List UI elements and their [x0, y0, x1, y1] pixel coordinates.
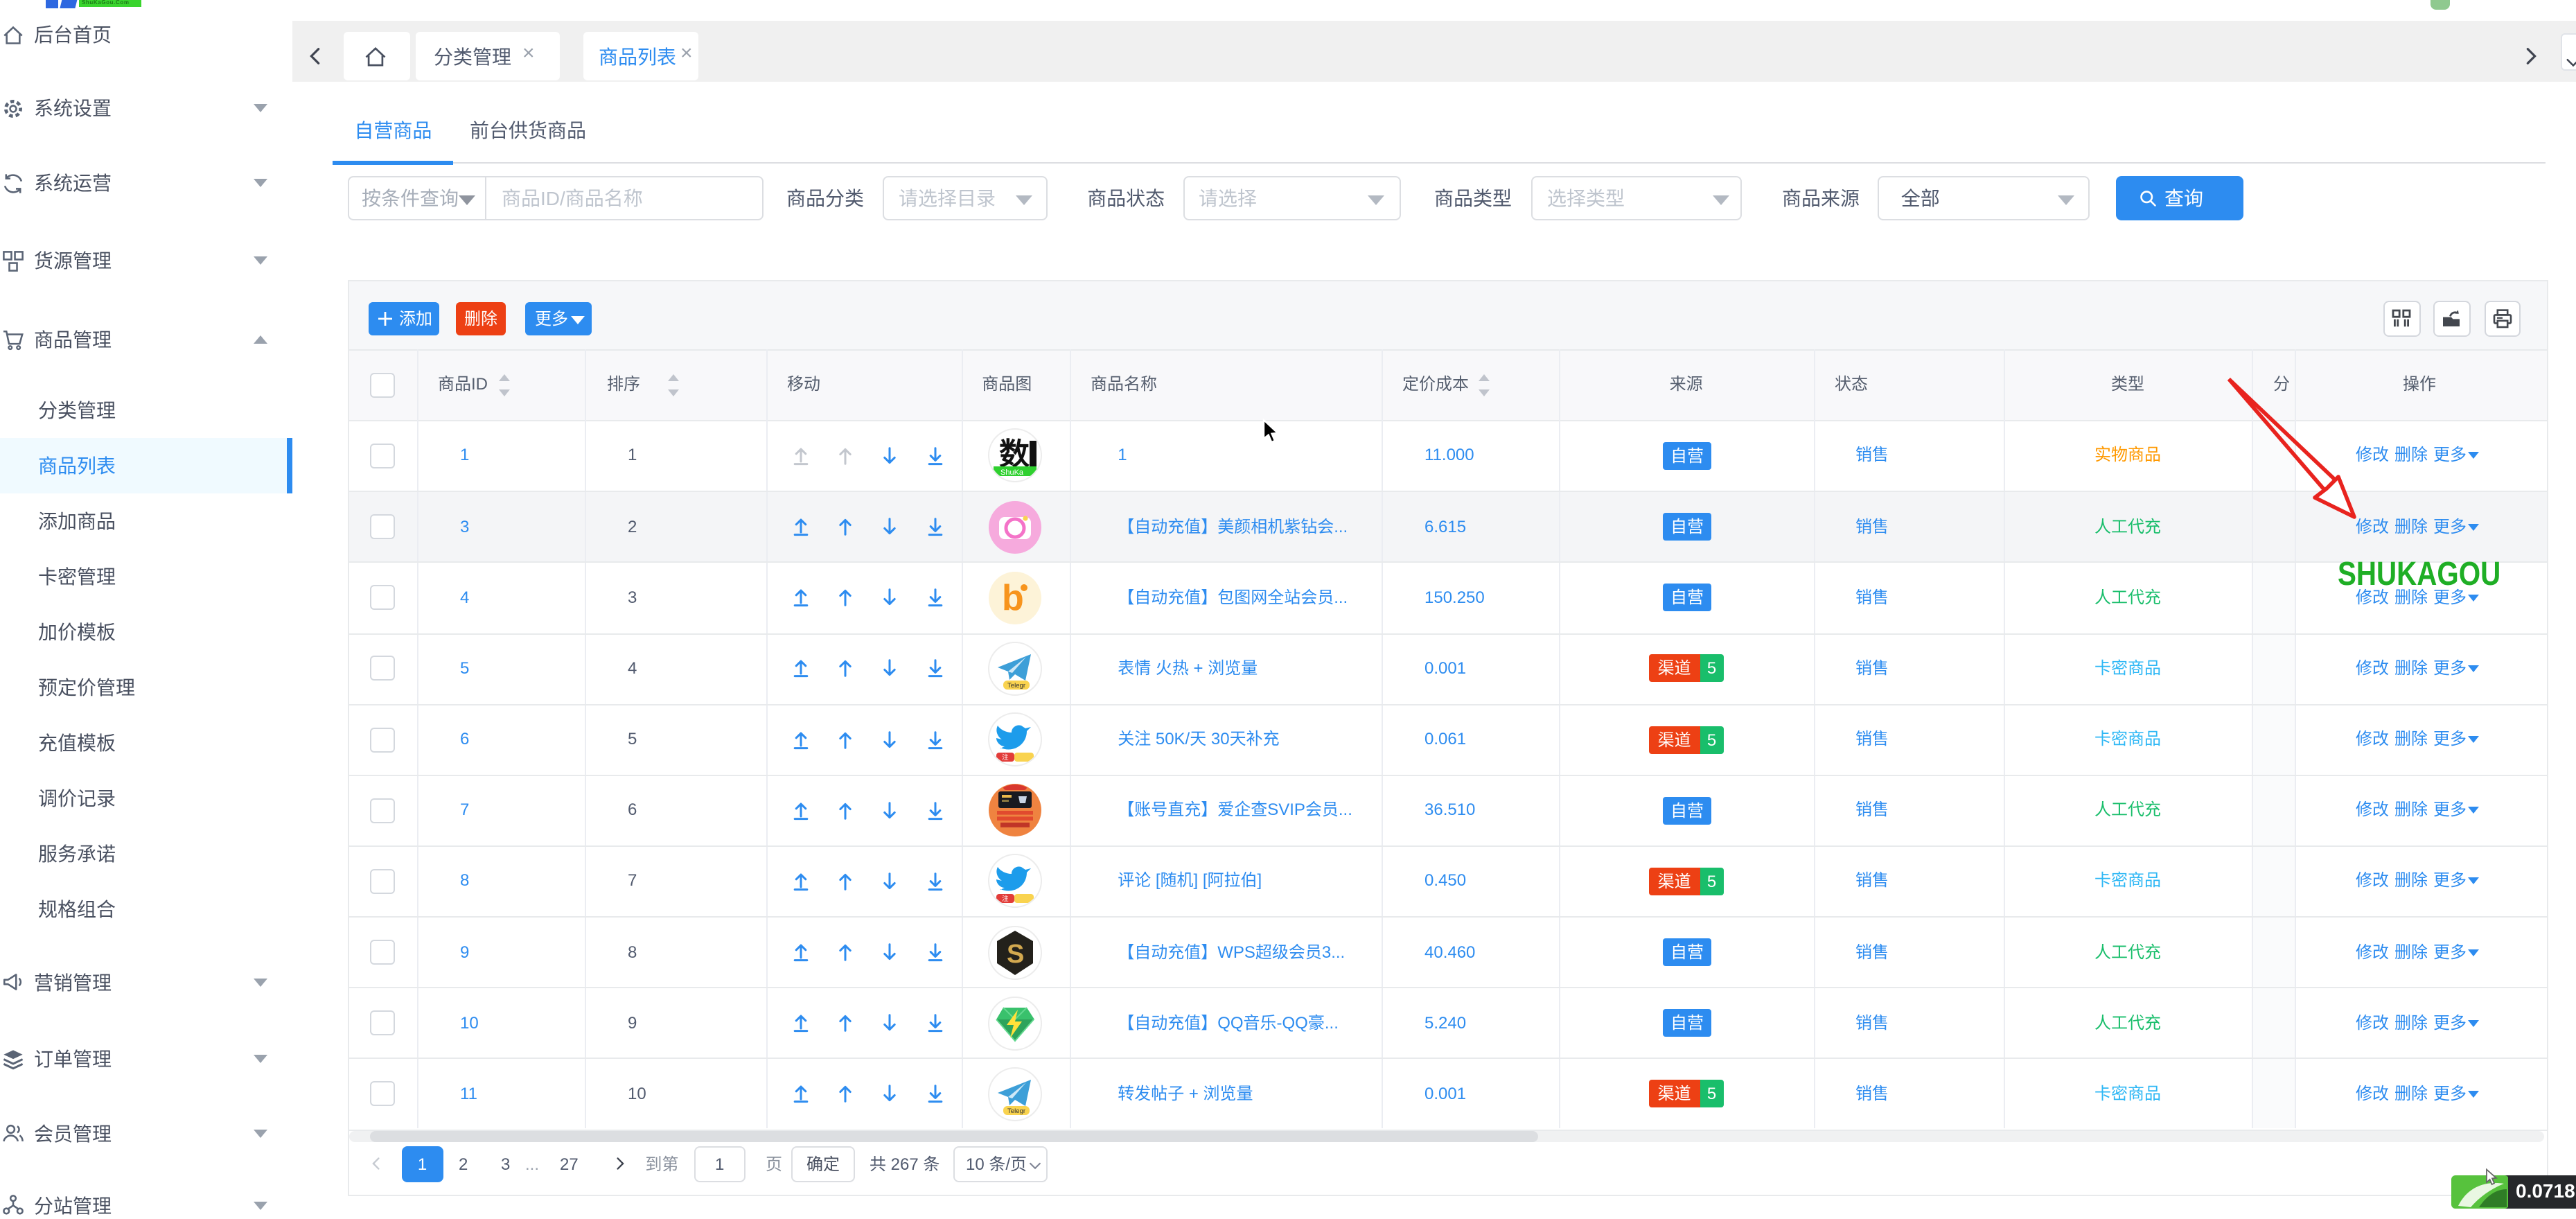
- svg-text:数: 数: [999, 438, 1030, 472]
- svg-text:注: 注: [1002, 753, 1009, 762]
- svg-text:注: 注: [1002, 895, 1009, 904]
- svg-text:Telegr: Telegr: [1007, 682, 1026, 690]
- svg-text:ShuKa: ShuKa: [1000, 469, 1024, 477]
- svg-text:b: b: [1002, 578, 1024, 618]
- svg-text:Telegr: Telegr: [1007, 1107, 1026, 1115]
- svg-text:S: S: [1007, 939, 1024, 968]
